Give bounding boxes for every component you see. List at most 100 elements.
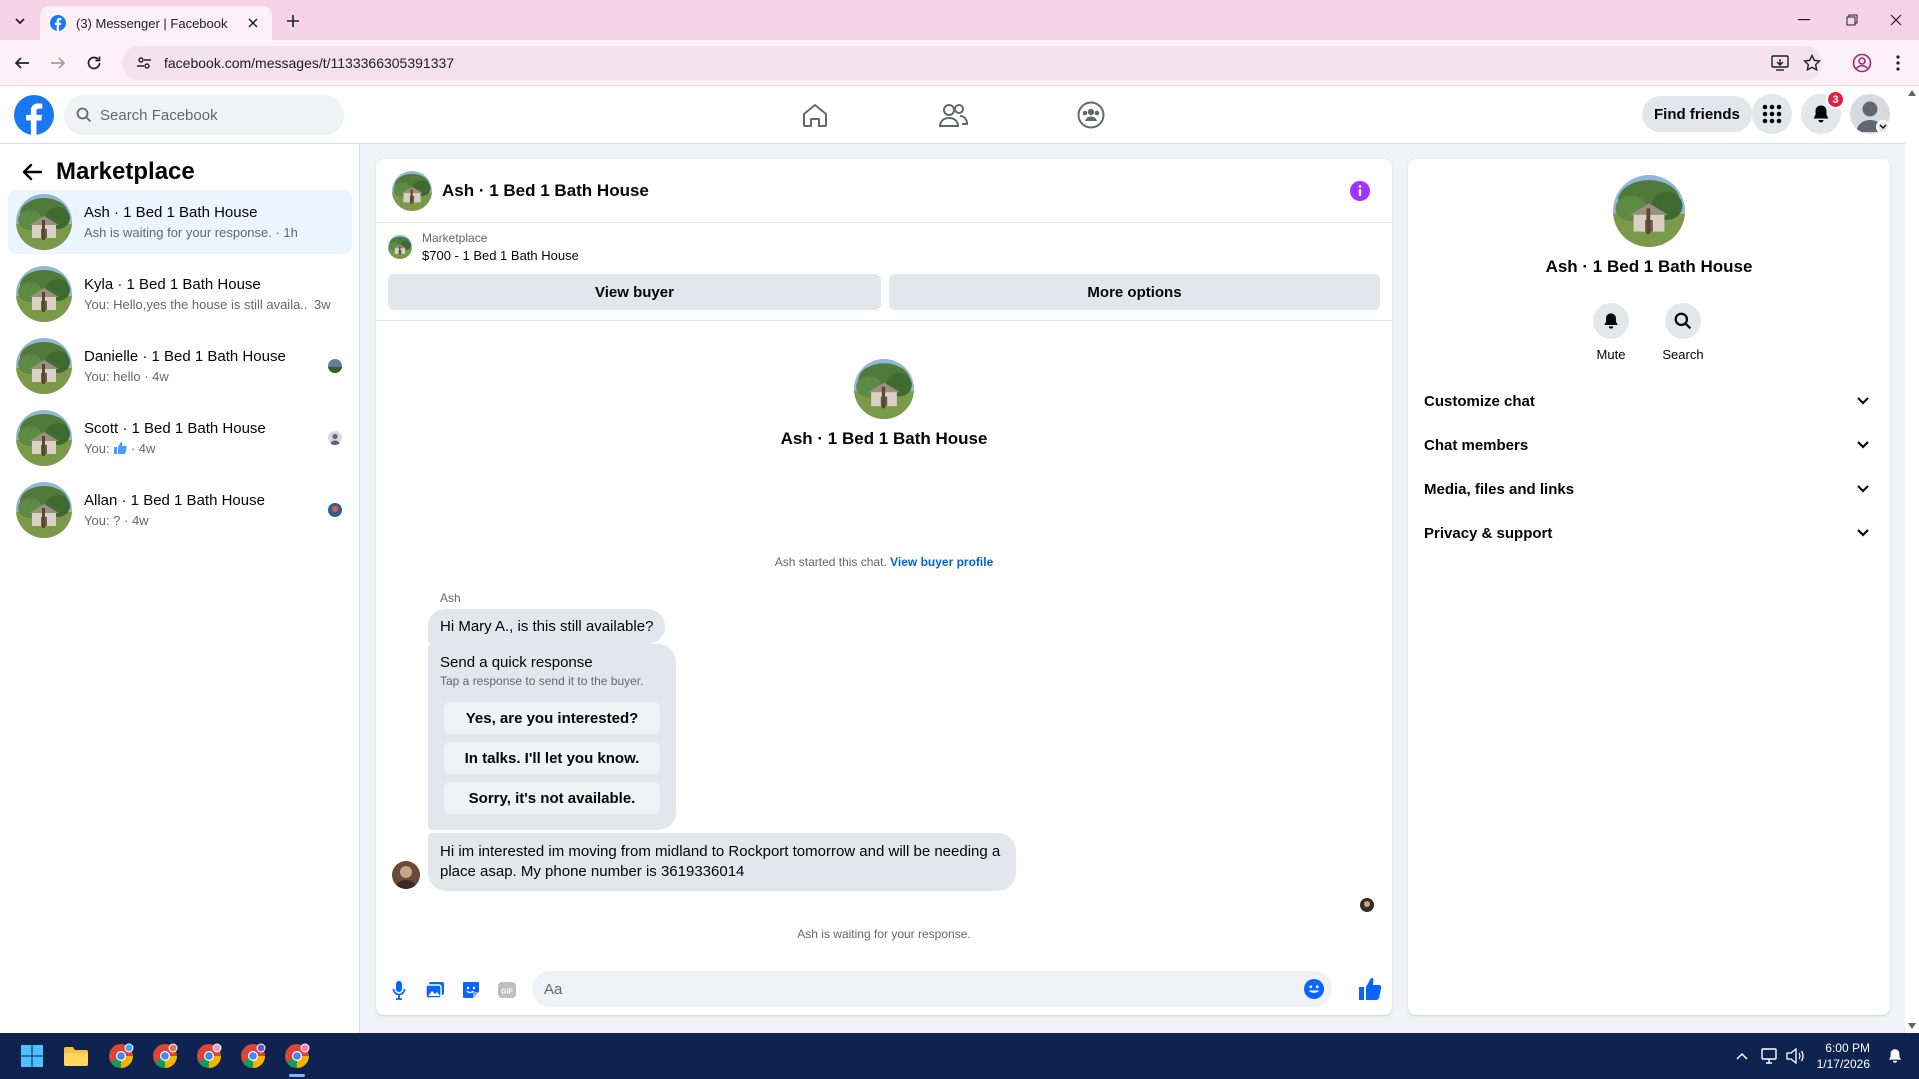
view-buyer-profile-link[interactable]: View buyer profile — [890, 555, 993, 569]
search-icon — [1674, 312, 1692, 330]
conversation-item-scott[interactable]: Scott · 1 Bed 1 Bath House You: · 4w — [8, 406, 352, 470]
tab-title: (3) Messenger | Facebook — [76, 15, 228, 31]
notifications-button[interactable]: 3 — [1801, 90, 1845, 134]
media-files-links-section[interactable]: Media, files and links — [1424, 469, 1874, 509]
new-tab-plus-icon[interactable] — [282, 10, 304, 32]
search-label: Search — [1662, 347, 1704, 362]
quick-reply-yes-button[interactable]: Yes, are you interested? — [444, 702, 660, 734]
intro-thumbnail — [854, 359, 914, 419]
search-in-conversation-button[interactable]: Search — [1653, 303, 1713, 362]
address-bar[interactable]: facebook.com/messages/t/1133366305391337 — [122, 46, 1822, 80]
forward-arrow-icon[interactable] — [46, 51, 70, 75]
conversation-item-allan[interactable]: Allan · 1 Bed 1 Bath House You: ? · 4w — [8, 478, 352, 542]
info-name: Ash · 1 Bed 1 Bath House — [1545, 257, 1753, 276]
browser-toolbar: facebook.com/messages/t/1133366305391337 — [0, 40, 1919, 86]
section-label: Customize chat — [1424, 392, 1535, 410]
mute-button[interactable]: Mute — [1581, 303, 1641, 362]
svg-text:GIF: GIF — [501, 989, 513, 996]
reload-icon[interactable] — [82, 51, 106, 75]
listing-summary[interactable]: Marketplace $700 - 1 Bed 1 Bath House — [388, 231, 579, 263]
microphone-icon[interactable] — [388, 979, 410, 1001]
chrome-profile-5-icon[interactable] — [282, 1041, 312, 1071]
listing-thumbnail — [16, 266, 72, 322]
clock-date: 1/17/2026 — [1816, 1057, 1870, 1071]
chevron-down-icon — [1857, 485, 1869, 493]
browser-menu-icon[interactable] — [1886, 51, 1910, 75]
conversation-item-danielle[interactable]: Danielle · 1 Bed 1 Bath House You: hello… — [8, 334, 352, 398]
bookmark-star-icon[interactable] — [1800, 51, 1824, 75]
read-receipt-avatar — [328, 431, 342, 445]
quick-reply-not-available-button[interactable]: Sorry, it's not available. — [444, 782, 660, 814]
find-friends-button[interactable]: Find friends — [1642, 96, 1752, 132]
notification-bell-icon[interactable] — [1880, 1041, 1910, 1071]
quick-response-card: Send a quick response Tap a response to … — [428, 644, 676, 830]
nav-groups-tab[interactable] — [1036, 95, 1146, 135]
volume-icon[interactable] — [1780, 1041, 1810, 1071]
chrome-profile-1-icon[interactable] — [106, 1041, 136, 1071]
restore-window-icon[interactable] — [1832, 8, 1872, 32]
windows-taskbar: 6:00 PM 1/17/2026 — [0, 1033, 1919, 1079]
back-arrow-icon[interactable] — [10, 51, 34, 75]
close-tab-icon[interactable] — [244, 14, 262, 32]
account-menu-chevron-icon[interactable] — [1876, 120, 1890, 134]
sender-avatar[interactable] — [392, 861, 420, 889]
nav-friends-tab[interactable] — [898, 95, 1008, 135]
emoji-icon[interactable] — [1304, 979, 1324, 999]
listing-price: $700 - 1 Bed 1 Bath House — [422, 248, 579, 263]
divider — [376, 320, 1392, 321]
message-input-box[interactable] — [532, 971, 1332, 1007]
conversation-item-kyla[interactable]: Kyla · 1 Bed 1 Bath House You: Hello,yes… — [8, 262, 352, 326]
more-options-button[interactable]: More options — [889, 274, 1380, 310]
nav-home-tab[interactable] — [760, 95, 870, 135]
close-window-icon[interactable] — [1876, 8, 1916, 32]
install-app-icon[interactable] — [1768, 51, 1792, 75]
scroll-up-arrow-icon[interactable] — [1908, 90, 1916, 96]
sticker-icon[interactable] — [460, 979, 482, 1001]
chrome-profile-2-icon[interactable] — [150, 1041, 180, 1071]
chat-title[interactable]: Ash · 1 Bed 1 Bath House — [442, 181, 649, 201]
conversation-preview: You: · 4w — [84, 441, 328, 456]
preview-prefix: You: — [84, 441, 110, 456]
back-arrow-icon[interactable] — [18, 158, 46, 186]
section-label: Privacy & support — [1424, 524, 1553, 542]
conversation-info-icon[interactable] — [1350, 181, 1370, 201]
file-explorer-icon[interactable] — [61, 1041, 91, 1071]
site-settings-icon[interactable] — [136, 55, 152, 71]
conversation-preview: You: ? · 4w — [84, 513, 149, 528]
section-label: Media, files and links — [1424, 480, 1575, 498]
facebook-search-box[interactable] — [64, 95, 344, 135]
scroll-down-arrow-icon[interactable] — [1908, 1023, 1916, 1029]
chat-panel: Ash · 1 Bed 1 Bath House Marketplace $70… — [376, 159, 1392, 1015]
menu-grid-button[interactable] — [1752, 94, 1792, 134]
minimize-window-icon[interactable] — [1784, 8, 1824, 32]
privacy-support-section[interactable]: Privacy & support — [1424, 513, 1874, 553]
message-input[interactable] — [544, 980, 1284, 998]
tab-search-chevron-icon[interactable] — [8, 10, 32, 32]
groups-icon — [1077, 101, 1105, 129]
customize-chat-section[interactable]: Customize chat — [1424, 381, 1874, 421]
message-bubble: Hi Mary A., is this still available? — [428, 609, 666, 644]
show-hidden-icons-chevron-icon[interactable] — [1727, 1041, 1757, 1071]
facebook-search-input[interactable] — [100, 106, 300, 124]
chat-thumbnail[interactable] — [392, 171, 432, 211]
system-clock[interactable]: 6:00 PM 1/17/2026 — [1808, 1040, 1870, 1072]
photo-attach-icon[interactable] — [424, 979, 446, 1001]
clock-time: 6:00 PM — [1825, 1041, 1870, 1055]
conversation-item-ash[interactable]: Ash · 1 Bed 1 Bath House Ash is waiting … — [8, 190, 352, 254]
mute-label: Mute — [1596, 347, 1626, 362]
browser-tab-messenger[interactable]: (3) Messenger | Facebook — [40, 6, 272, 40]
windows-start-icon[interactable] — [17, 1041, 47, 1071]
chrome-profile-4-icon[interactable] — [238, 1041, 268, 1071]
profile-circle-icon[interactable] — [1850, 51, 1874, 75]
gif-icon[interactable]: GIF — [496, 979, 518, 1001]
conversation-name: Danielle · 1 Bed 1 Bath House — [84, 348, 286, 365]
chat-members-section[interactable]: Chat members — [1424, 425, 1874, 465]
view-buyer-button[interactable]: View buyer — [388, 274, 881, 310]
bell-icon — [1813, 105, 1829, 123]
quick-reply-in-talks-button[interactable]: In talks. I'll let you know. — [444, 742, 660, 774]
page-scrollbar[interactable] — [1905, 86, 1919, 1033]
thumbs-up-send-icon[interactable] — [1358, 977, 1382, 1001]
listing-thumbnail — [16, 194, 72, 250]
facebook-logo-icon[interactable] — [14, 95, 54, 135]
chrome-profile-3-icon[interactable] — [194, 1041, 224, 1071]
